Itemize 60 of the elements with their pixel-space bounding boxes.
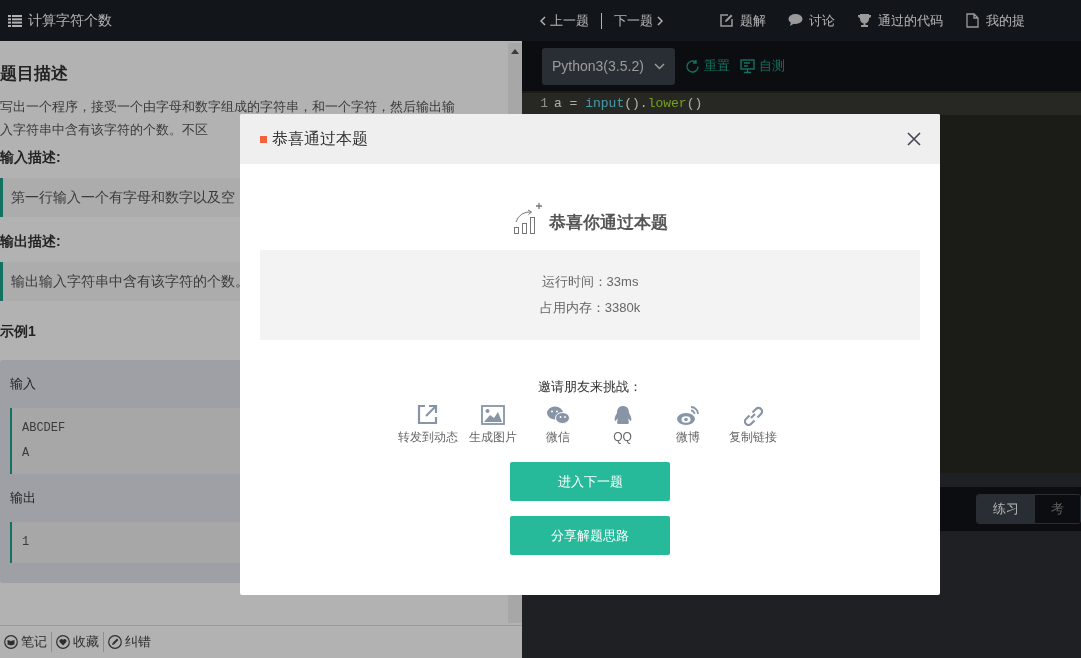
list-icon <box>8 14 22 27</box>
note-icon <box>4 635 18 649</box>
file-icon <box>965 13 980 28</box>
reset-button[interactable]: 重置 <box>684 56 730 76</box>
trophy-icon <box>857 13 872 28</box>
share-option[interactable]: 微信 <box>525 404 590 446</box>
problem-title: 计算字符个数 <box>28 11 112 30</box>
close-icon <box>906 131 922 147</box>
footer-button[interactable]: 笔记 <box>0 632 51 652</box>
report-icon <box>108 635 122 649</box>
code-line: 1 <box>22 533 30 551</box>
share-option[interactable]: 微博 <box>655 404 720 446</box>
dialog-title: 恭喜通过本题 <box>272 129 368 149</box>
example-label: 输入 <box>9 374 37 393</box>
section-heading: 输出描述: <box>0 231 62 251</box>
nav-link[interactable]: 题解 <box>719 10 766 31</box>
success-headline: 恭喜你通过本题 <box>548 212 668 234</box>
self-test-button[interactable]: 自测 <box>739 56 785 76</box>
code-line: ABCDEF <box>22 419 66 437</box>
weibo-icon <box>675 404 700 426</box>
section-heading: 题目描述 <box>0 63 69 85</box>
code-line: a = input().lower() <box>554 95 703 114</box>
line-number: 1 <box>539 95 549 114</box>
example-label: 输出 <box>9 488 37 507</box>
chat-icon <box>788 13 803 28</box>
image-icon <box>480 404 505 426</box>
share-option[interactable]: 复制链接 <box>720 404 785 446</box>
nav-link[interactable]: 我的提 <box>965 10 1025 31</box>
share-option[interactable]: 转发到动态 <box>395 404 460 446</box>
forward-icon <box>415 404 440 426</box>
section-heading: 示例1 <box>0 321 37 341</box>
invite-text: 邀请朋友来挑战： <box>537 377 643 396</box>
next-link[interactable]: 下一题 <box>614 10 663 31</box>
refresh-icon <box>684 58 700 74</box>
favorite-icon <box>56 635 70 649</box>
description-text: 写出一个程序，接受一个由字母和数字组成的字符串，和一个字符，然后输出输 <box>0 97 455 116</box>
stat-text: 占用内存：3380k <box>539 298 641 317</box>
chevron-left-icon <box>540 15 546 26</box>
mode-tab[interactable]: 练习 <box>977 495 1035 523</box>
wechat-icon <box>545 404 570 426</box>
code-line: A <box>22 444 30 462</box>
title-marker <box>260 135 267 143</box>
prev-link[interactable]: 上一题 <box>540 10 589 31</box>
chevron-right-icon <box>657 15 663 26</box>
footer-button[interactable]: 纠错 <box>103 632 155 652</box>
language-dropdown[interactable]: Python3(3.5.2) <box>542 47 675 85</box>
nav-link[interactable]: 讨论 <box>788 10 835 31</box>
monitor-icon <box>739 58 755 74</box>
close-button[interactable] <box>906 131 922 147</box>
edit-icon <box>719 13 734 28</box>
section-heading: 输入描述: <box>0 147 62 167</box>
description-text: 入字符串中含有该字符的个数。不区 <box>0 120 208 139</box>
up-arrow-icon <box>511 49 519 54</box>
stat-text: 运行时间：33ms <box>541 273 639 291</box>
share-option[interactable]: QQ <box>590 404 655 446</box>
share-option[interactable]: 生成图片 <box>460 404 525 446</box>
growth-chart-icon <box>512 202 543 236</box>
footer-button[interactable]: 收藏 <box>51 632 103 652</box>
nav-link[interactable]: 通过的代码 <box>857 10 943 31</box>
chevron-down-icon <box>653 62 665 70</box>
